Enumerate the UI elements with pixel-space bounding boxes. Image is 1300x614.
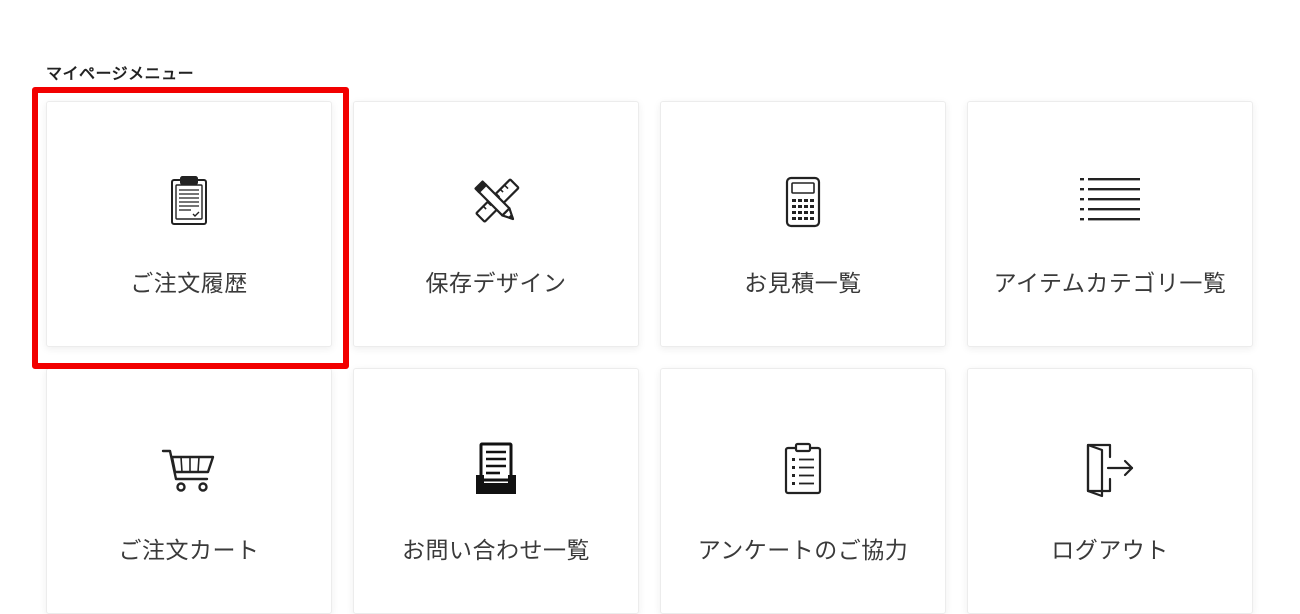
menu-card-label: 保存デザイン (425, 271, 567, 297)
menu-card-label: お問い合わせ一覧 (402, 538, 590, 564)
cart-icon (157, 437, 221, 501)
menu-card-order-history[interactable]: ご注文履歴 (46, 101, 332, 347)
menu-card-label: ログアウト (1051, 538, 1169, 564)
checklist-clipboard-icon (771, 437, 835, 501)
menu-card-label: ご注文カート (118, 538, 260, 564)
logout-icon (1078, 437, 1142, 501)
mypage-menu-grid: ご注文履歴 保存デザイン お見積一覧 アイテムカテゴリ一覧 ご注文カート お問い… (46, 101, 1253, 614)
menu-card-inquiries[interactable]: お問い合わせ一覧 (353, 368, 639, 614)
clipboard-icon (157, 170, 221, 234)
menu-card-survey[interactable]: アンケートのご協力 (660, 368, 946, 614)
menu-card-estimates[interactable]: お見積一覧 (660, 101, 946, 347)
menu-card-cart[interactable]: ご注文カート (46, 368, 332, 614)
inbox-tray-icon (464, 437, 528, 501)
menu-card-saved-designs[interactable]: 保存デザイン (353, 101, 639, 347)
menu-card-item-categories[interactable]: アイテムカテゴリ一覧 (967, 101, 1253, 347)
menu-card-label: アイテムカテゴリ一覧 (993, 271, 1227, 297)
list-icon (1078, 170, 1142, 234)
menu-card-logout[interactable]: ログアウト (967, 368, 1253, 614)
menu-card-label: お見積一覧 (744, 271, 862, 297)
menu-card-label: アンケートのご協力 (697, 538, 909, 564)
calculator-icon (771, 170, 835, 234)
page-title: マイページメニュー (46, 64, 195, 83)
pencil-ruler-icon (464, 170, 528, 234)
menu-card-label: ご注文履歴 (130, 271, 248, 297)
